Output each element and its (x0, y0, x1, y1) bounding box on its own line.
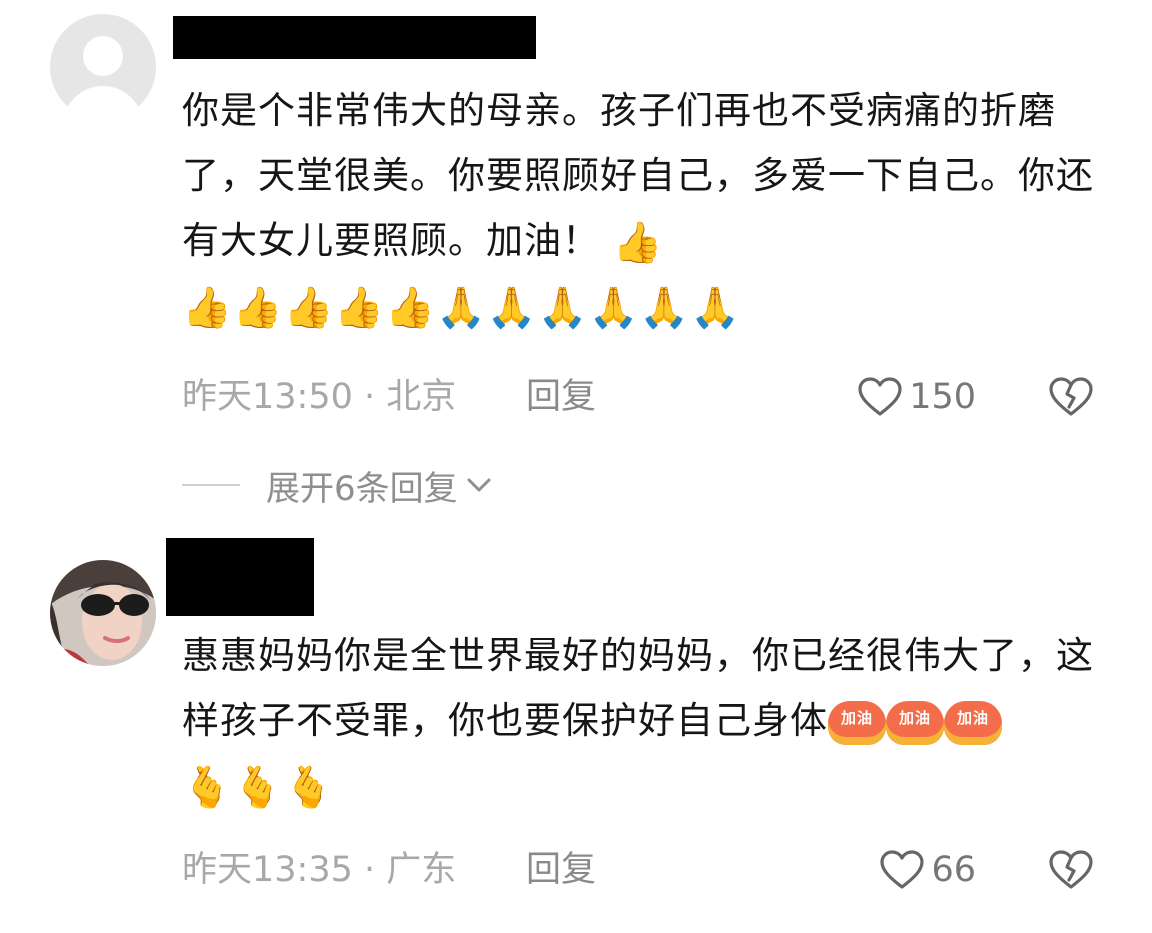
comment-text: 你是个非常伟大的母亲。孩子们再也不受病痛的折磨了，天堂很美。你要照顾好自己，多爱… (182, 89, 1094, 331)
time-location: 昨天13:35 · 广东 (182, 850, 457, 890)
redacted-username (173, 16, 536, 59)
heart-outline-icon (880, 850, 925, 889)
divider (182, 484, 240, 486)
avatar[interactable] (50, 14, 156, 120)
chevron-down-icon (467, 478, 491, 492)
user-silhouette-icon (83, 36, 123, 76)
thumbs-up-emoji: 👍 (612, 219, 664, 266)
jiayou-sticker: 加油 (828, 700, 886, 745)
time-location: 昨天13:50 · 北京 (182, 377, 457, 417)
reply-button[interactable]: 回复 (526, 372, 596, 422)
redacted-username (166, 538, 314, 616)
jiayou-sticker: 加油 (944, 700, 1002, 745)
avatar[interactable] (50, 560, 156, 666)
like-count: 150 (909, 377, 976, 417)
dislike-button[interactable] (1048, 849, 1094, 905)
comment-meta: 昨天13:35 · 广东 回复 66 (182, 845, 1102, 895)
heart-outline-icon (858, 377, 902, 416)
hand-heart-emoji: 🫰🫰🫰 (182, 764, 335, 811)
comment-item: 惠惠妈妈你是全世界最好的妈妈，你已经很伟大了，这样孩子不受罪，你也要保护好自己身… (0, 530, 1152, 930)
dislike-button[interactable] (1048, 376, 1094, 432)
broken-heart-icon (1049, 850, 1093, 889)
like-count: 66 (931, 850, 976, 890)
reply-button[interactable]: 回复 (526, 845, 596, 895)
like-button[interactable]: 66 (879, 845, 976, 895)
user-photo (50, 560, 156, 666)
emoji-row: 👍👍👍👍👍🙏🙏🙏🙏🙏🙏 (182, 284, 741, 331)
comment-item: 你是个非常伟大的母亲。孩子们再也不受病痛的折磨了，天堂很美。你要照顾好自己，多爱… (0, 0, 1152, 520)
jiayou-sticker: 加油 (886, 700, 944, 745)
like-button[interactable]: 150 (857, 372, 976, 422)
comment-text: 惠惠妈妈你是全世界最好的妈妈，你已经很伟大了，这样孩子不受罪，你也要保护好自己身… (182, 634, 1094, 811)
expand-replies-label: 展开6条回复 (266, 468, 458, 509)
comment-meta: 昨天13:50 · 北京 回复 150 (182, 372, 1102, 422)
broken-heart-icon (1049, 377, 1093, 416)
expand-replies-button[interactable]: 展开6条回复 (182, 462, 492, 509)
